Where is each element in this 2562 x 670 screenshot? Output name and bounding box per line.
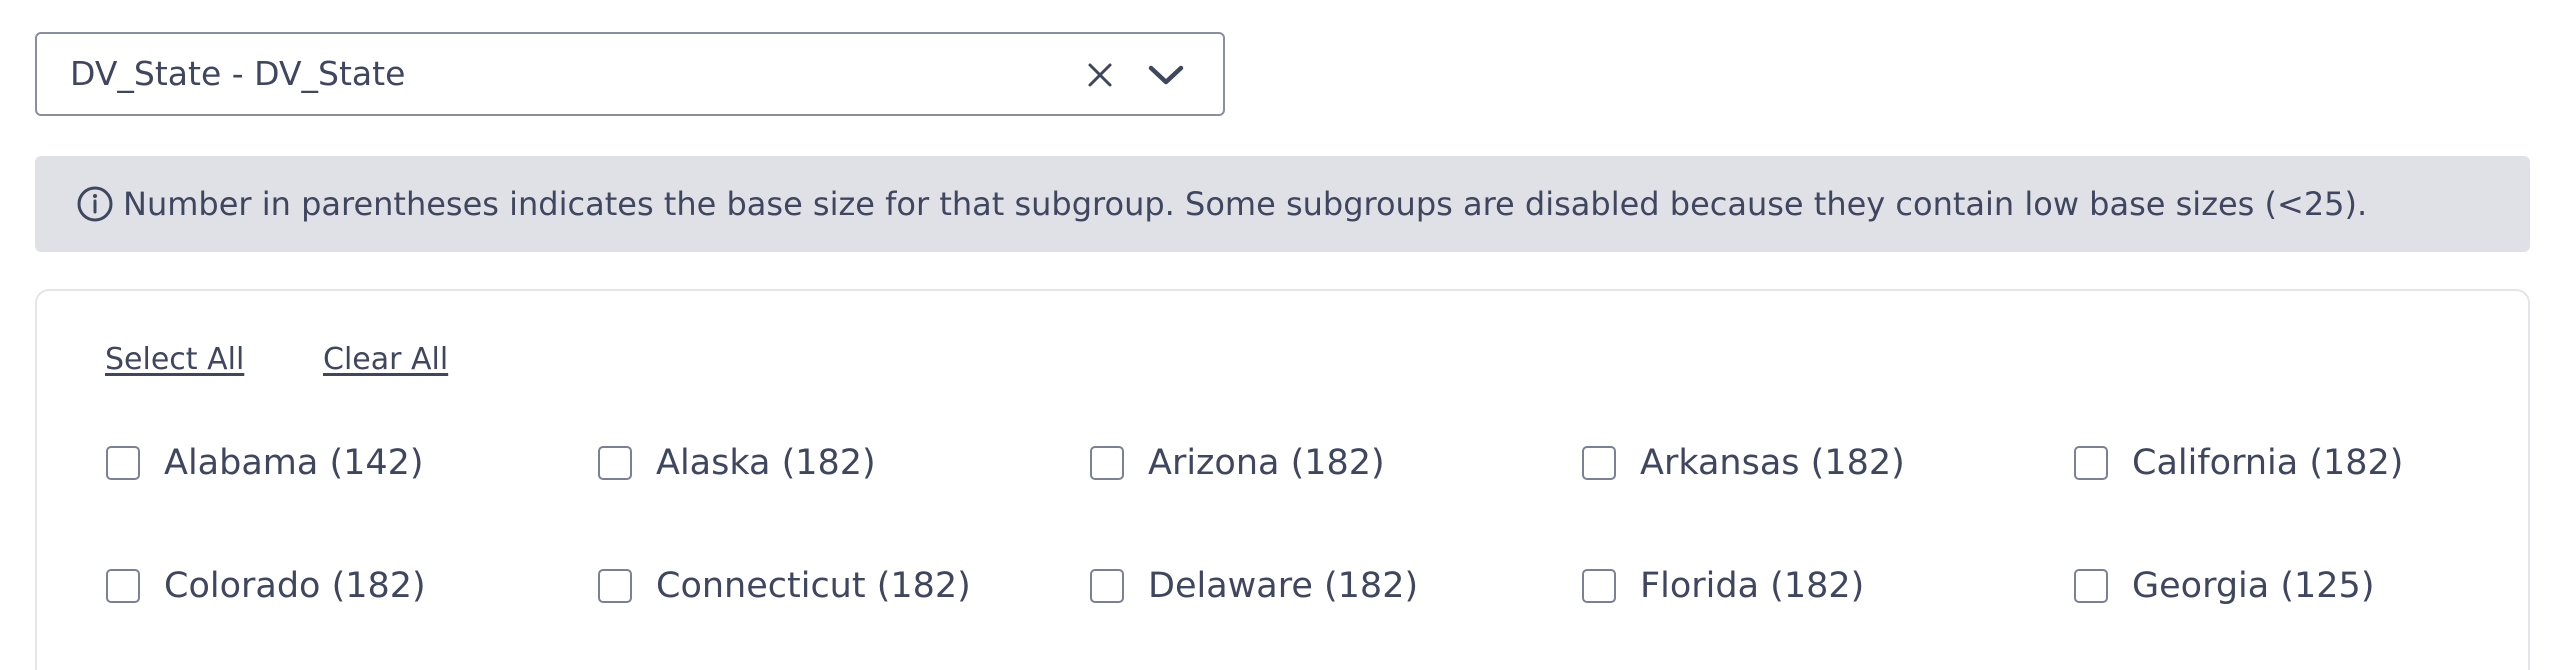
- dropdown-toggle-button[interactable]: [1141, 52, 1191, 98]
- option-label: California (182): [2132, 443, 2404, 483]
- option-alaska[interactable]: Alaska (182): [598, 441, 876, 485]
- option-label: Alabama (142): [164, 443, 424, 483]
- checkbox[interactable]: [598, 569, 632, 603]
- option-colorado[interactable]: Colorado (182): [106, 564, 426, 608]
- subgroup-options-panel: Select All Clear All Alabama (142) Alask…: [35, 289, 2530, 670]
- option-california[interactable]: California (182): [2074, 441, 2403, 485]
- checkbox[interactable]: [1582, 446, 1616, 480]
- dropdown-selected-value: DV_State - DV_State: [70, 54, 406, 93]
- checkbox[interactable]: [1090, 569, 1124, 603]
- option-label: Florida (182): [1640, 566, 1865, 606]
- option-label: Alaska (182): [656, 443, 876, 483]
- checkbox[interactable]: [106, 569, 140, 603]
- checkbox[interactable]: [106, 446, 140, 480]
- checkbox[interactable]: [2074, 446, 2108, 480]
- chevron-down-icon: [1148, 65, 1184, 85]
- checkbox[interactable]: [1582, 569, 1616, 603]
- info-banner-text: Number in parentheses indicates the base…: [123, 185, 2368, 223]
- option-arkansas[interactable]: Arkansas (182): [1582, 441, 1905, 485]
- subgroup-filter-page: DV_State - DV_State Number in parenthese…: [0, 0, 2562, 670]
- info-icon: [77, 186, 113, 222]
- select-all-link[interactable]: Select All: [105, 342, 244, 377]
- option-label: Arkansas (182): [1640, 443, 1905, 483]
- option-label: Arizona (182): [1148, 443, 1385, 483]
- checkbox[interactable]: [2074, 569, 2108, 603]
- checkbox[interactable]: [1090, 446, 1124, 480]
- clear-selection-button[interactable]: [1077, 52, 1123, 98]
- option-label: Colorado (182): [164, 566, 426, 606]
- option-label: Connecticut (182): [656, 566, 971, 606]
- option-florida[interactable]: Florida (182): [1582, 564, 1864, 608]
- checkbox[interactable]: [598, 446, 632, 480]
- option-alabama[interactable]: Alabama (142): [106, 441, 424, 485]
- option-label: Delaware (182): [1148, 566, 1419, 606]
- option-georgia[interactable]: Georgia (125): [2074, 564, 2374, 608]
- option-arizona[interactable]: Arizona (182): [1090, 441, 1385, 485]
- option-connecticut[interactable]: Connecticut (182): [598, 564, 971, 608]
- close-icon: [1088, 63, 1112, 87]
- subgroup-variable-dropdown[interactable]: DV_State - DV_State: [35, 32, 1225, 116]
- option-delaware[interactable]: Delaware (182): [1090, 564, 1418, 608]
- clear-all-link[interactable]: Clear All: [323, 342, 448, 377]
- info-banner: Number in parentheses indicates the base…: [35, 156, 2530, 252]
- option-label: Georgia (125): [2132, 566, 2375, 606]
